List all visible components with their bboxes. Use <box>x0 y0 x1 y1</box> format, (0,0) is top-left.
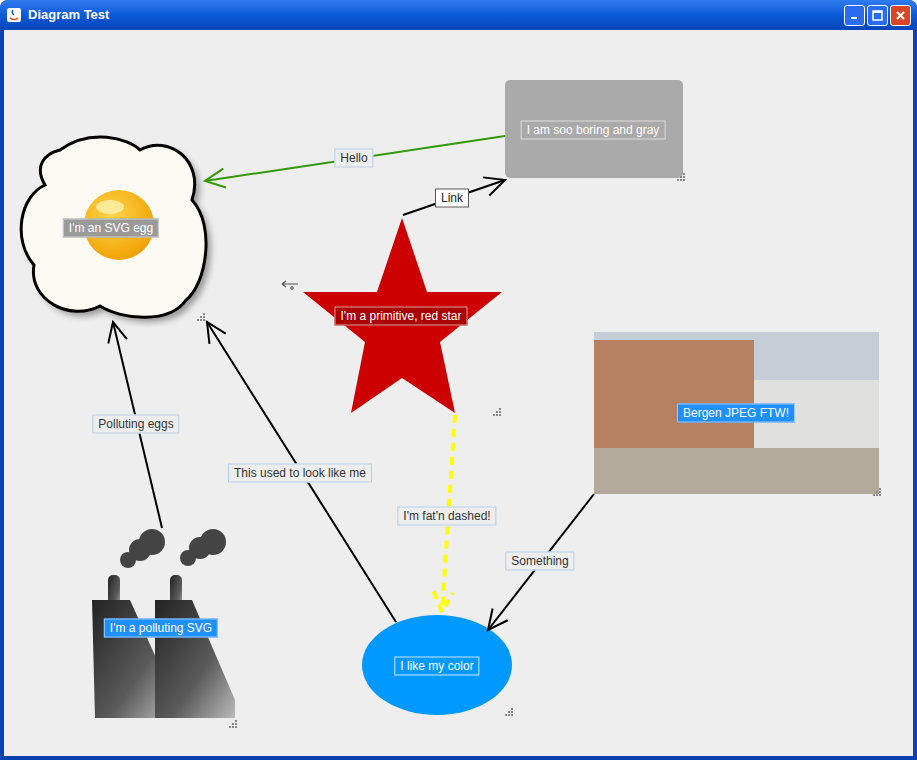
edge-label[interactable]: Something <box>505 552 574 571</box>
node-label[interactable]: I'm a primitive, red star <box>335 307 468 326</box>
edge[interactable] <box>205 136 505 188</box>
minimize-icon <box>850 10 860 20</box>
close-icon <box>895 10 906 21</box>
resize-grip-icon[interactable] <box>229 720 237 728</box>
edge[interactable] <box>403 177 505 215</box>
node-label[interactable]: I'm an SVG egg <box>63 219 159 238</box>
edge-label[interactable]: Link <box>435 189 469 208</box>
gray-box-node[interactable] <box>505 80 683 178</box>
resize-grip-icon[interactable] <box>197 313 205 321</box>
window-body: I'm an SVG egg I am soo boring and gray I'… <box>0 30 917 760</box>
minimize-button[interactable] <box>844 5 865 26</box>
maximize-icon <box>872 10 883 21</box>
edge-label[interactable]: Polluting eggs <box>92 415 179 434</box>
edge-label[interactable]: I'm fat'n dashed! <box>397 507 496 526</box>
diagram-drawing <box>4 30 913 756</box>
window: Diagram Test I'm an SVG egg I am soo borin… <box>0 0 917 760</box>
node-label[interactable]: I am soo boring and gray <box>521 121 666 140</box>
resize-grip-icon[interactable] <box>873 488 881 496</box>
window-controls <box>844 5 911 26</box>
factory-node[interactable] <box>10 30 235 718</box>
arrowhead-icon <box>108 322 127 343</box>
arrowhead-icon <box>488 608 508 630</box>
arrowhead-icon <box>434 592 453 612</box>
resize-grip-icon[interactable] <box>493 408 501 416</box>
arrowhead-icon <box>483 177 505 195</box>
java-icon <box>6 7 22 23</box>
edge[interactable] <box>207 322 396 622</box>
photo-node[interactable] <box>594 332 879 494</box>
window-title: Diagram Test <box>28 5 838 25</box>
edge-label[interactable]: Hello <box>334 149 373 168</box>
arrowhead-icon <box>205 169 226 188</box>
star-node[interactable] <box>303 218 502 413</box>
egg-node[interactable] <box>21 137 211 322</box>
title-bar[interactable]: Diagram Test <box>0 0 917 30</box>
node-label[interactable]: I like my color <box>394 657 479 676</box>
diagram-canvas[interactable]: I'm an SVG egg I am soo boring and gray I'… <box>4 30 913 756</box>
arrowhead-icon <box>207 322 226 344</box>
cursor-arrow-icon <box>282 281 298 290</box>
resize-grip-icon[interactable] <box>505 708 513 716</box>
node-label[interactable]: I'm a polluting SVG <box>104 619 218 638</box>
close-button[interactable] <box>890 5 911 26</box>
maximize-button[interactable] <box>867 5 888 26</box>
edge-label[interactable]: This used to look like me <box>228 464 372 483</box>
edge[interactable] <box>488 494 594 630</box>
node-label[interactable]: Bergen JPEG FTW! <box>677 404 795 423</box>
resize-grip-icon[interactable] <box>677 173 685 181</box>
